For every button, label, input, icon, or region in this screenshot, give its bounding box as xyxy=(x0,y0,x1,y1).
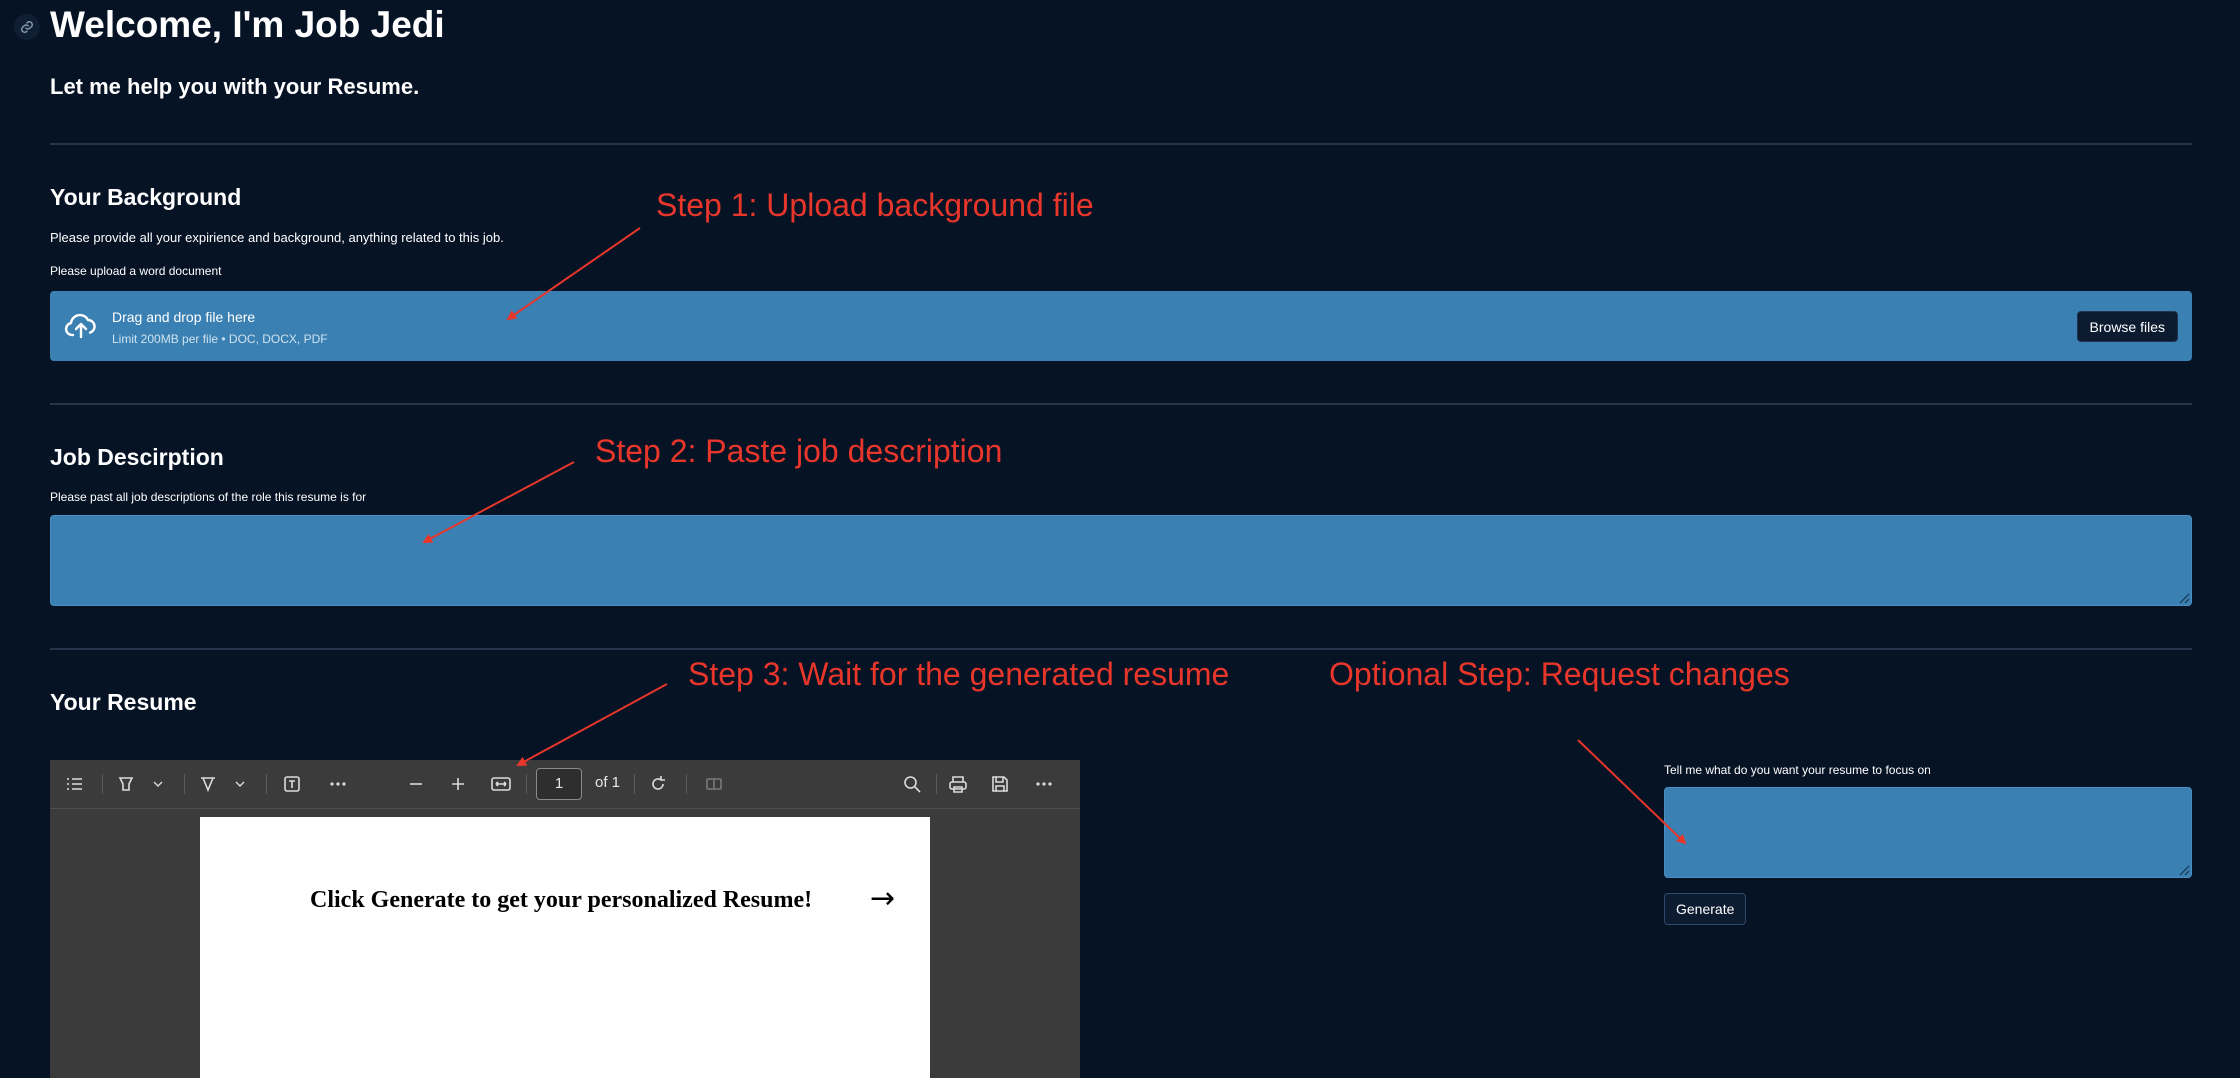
print-icon[interactable] xyxy=(948,774,968,800)
page-total: of 1 xyxy=(595,774,621,791)
fit-width-icon[interactable] xyxy=(490,774,512,800)
browse-files-button[interactable]: Browse files xyxy=(2076,311,2178,342)
pdf-toolbar: 1 of 1 xyxy=(50,760,1080,809)
more-options-icon[interactable] xyxy=(328,774,348,800)
generate-button[interactable]: Generate xyxy=(1664,893,1747,925)
upload-label: Please upload a word document xyxy=(50,264,222,278)
file-limit-text: Limit 200MB per file • DOC, DOCX, PDF xyxy=(112,332,328,346)
save-icon[interactable] xyxy=(990,774,1010,800)
page-view-icon[interactable] xyxy=(704,774,724,800)
resume-heading: Your Resume xyxy=(50,689,197,715)
resize-grip-icon[interactable] xyxy=(2178,592,2190,604)
drop-instructions: Drag and drop file here xyxy=(112,309,256,325)
optional-step-annotation: Optional Step: Request changes xyxy=(1329,656,1790,692)
cloud-upload-icon xyxy=(64,311,98,346)
step1-annotation: Step 1: Upload background file xyxy=(656,187,1094,223)
focus-textarea[interactable] xyxy=(1664,787,2192,878)
pdf-viewer[interactable]: 1 of 1 Click Generate to get your person… xyxy=(50,760,1080,1078)
background-description: Please provide all your expirience and b… xyxy=(50,230,504,245)
divider xyxy=(50,403,2192,405)
text-box-icon[interactable] xyxy=(282,774,302,800)
zoom-out-icon[interactable] xyxy=(406,774,426,800)
job-description-heading: Job Descirption xyxy=(50,444,224,470)
contents-list-icon[interactable] xyxy=(64,774,84,800)
chevron-down-icon[interactable] xyxy=(152,774,164,800)
chevron-down-icon[interactable] xyxy=(234,774,246,800)
right-arrow-icon: → xyxy=(870,881,896,916)
file-dropzone[interactable]: Drag and drop file here Limit 200MB per … xyxy=(50,291,2192,361)
rotate-icon[interactable] xyxy=(648,774,668,800)
page-number-input[interactable]: 1 xyxy=(536,768,582,800)
step3-annotation: Step 3: Wait for the generated resume xyxy=(688,656,1230,692)
background-heading: Your Background xyxy=(50,184,242,210)
job-description-textarea[interactable] xyxy=(50,515,2192,606)
step3-arrow xyxy=(516,683,668,766)
pdf-message: Click Generate to get your personalized … xyxy=(310,887,813,913)
page-subtitle: Let me help you with your Resume. xyxy=(50,74,420,99)
page-title: Welcome, I'm Job Jedi xyxy=(50,4,445,45)
pdf-page: Click Generate to get your personalized … xyxy=(200,817,930,1078)
resize-grip-icon[interactable] xyxy=(2178,864,2190,876)
divider xyxy=(50,648,2192,650)
more-options-icon[interactable] xyxy=(1034,774,1054,800)
search-icon[interactable] xyxy=(902,774,922,800)
anchor-link-icon[interactable] xyxy=(14,14,40,40)
draw-icon[interactable] xyxy=(198,774,218,800)
focus-label: Tell me what do you want your resume to … xyxy=(1664,763,1931,777)
zoom-in-icon[interactable] xyxy=(448,774,468,800)
highlight-icon[interactable] xyxy=(116,774,136,800)
step2-annotation: Step 2: Paste job description xyxy=(595,433,1003,469)
job-description-label: Please past all job descriptions of the … xyxy=(50,490,367,504)
divider xyxy=(50,143,2192,145)
